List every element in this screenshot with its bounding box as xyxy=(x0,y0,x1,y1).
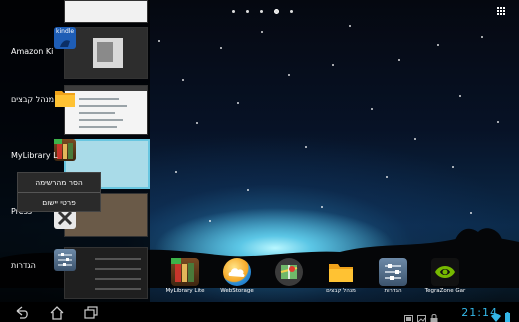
favorites-dock: MyLibrary Lite WebStorage מנהל קבצים הגד… xyxy=(164,258,509,298)
page-dot xyxy=(290,10,293,13)
dock-app-label: MyLibrary Lite xyxy=(165,288,205,294)
home-screen: MyLibrary Lite WebStorage מנהל קבצים הגד… xyxy=(0,0,519,322)
all-apps-grid-icon[interactable] xyxy=(497,7,506,16)
recent-app-file-manager[interactable]: מנהל קבצים xyxy=(0,85,150,137)
dock-app-mylibrary[interactable]: MyLibrary Lite xyxy=(160,258,210,294)
dock-app-maps[interactable] xyxy=(264,258,314,288)
page-indicator xyxy=(232,9,293,14)
dock-app-file-manager[interactable]: מנהל קבצים xyxy=(316,258,366,294)
recent-apps-panel: kindle Amazon Ki מנהל קבצים MyLibrary L … xyxy=(0,0,150,302)
settings-sliders-icon xyxy=(54,249,76,271)
recent-app-thumbnail[interactable] xyxy=(64,0,148,23)
home-icon[interactable] xyxy=(49,305,65,320)
dock-app-label: TegraZone Gar xyxy=(424,288,466,294)
dock-app-label: מנהל קבצים xyxy=(326,288,356,294)
mylibrary-books-icon xyxy=(171,258,199,286)
remove-from-list-menu-item[interactable]: הסר מהרשימה xyxy=(18,173,100,192)
home-screen-indicator xyxy=(274,9,279,14)
dock-app-tegrazone[interactable]: TegraZone Gar xyxy=(420,258,470,294)
back-icon[interactable] xyxy=(14,305,30,319)
battery-icon xyxy=(505,307,510,322)
settings-sliders-icon xyxy=(379,258,407,286)
screenshot-icon xyxy=(404,308,413,322)
nvidia-tegrazone-icon xyxy=(431,258,459,286)
folder-icon xyxy=(54,87,76,109)
dock-app-label: WebStorage xyxy=(220,288,254,294)
app-info-menu-item[interactable]: פרטי יישום xyxy=(18,193,100,212)
page-dot xyxy=(260,10,263,13)
recent-app-label: MyLibrary L xyxy=(11,151,58,160)
webstorage-cloud-icon xyxy=(223,258,251,286)
recent-app-thumbnail[interactable] xyxy=(64,247,148,299)
dock-app-settings[interactable]: הגדרות xyxy=(368,258,418,294)
folder-icon xyxy=(327,258,355,286)
recent-app-context-menu: הסר מהרשימה פרטי יישום xyxy=(17,172,101,212)
recent-app-settings[interactable]: הגדרות xyxy=(0,247,150,301)
dock-app-webstorage[interactable]: WebStorage xyxy=(212,258,262,294)
page-dot xyxy=(246,10,249,13)
image-notification-icon xyxy=(417,308,426,322)
recent-app-thumbnail[interactable] xyxy=(64,27,148,79)
recent-app-email[interactable] xyxy=(0,0,150,26)
kindle-icon: kindle xyxy=(54,27,76,49)
lock-icon xyxy=(430,308,438,322)
recent-app-label: Amazon Ki xyxy=(11,47,54,56)
recent-app-label: הגדרות xyxy=(11,261,36,270)
recent-apps-icon[interactable] xyxy=(83,305,99,319)
wifi-icon xyxy=(491,307,501,322)
dock-app-label: הגדרות xyxy=(384,288,402,294)
page-dot xyxy=(232,10,235,13)
system-bar: 21:14 xyxy=(0,302,519,322)
recent-app-label: מנהל קבצים xyxy=(11,95,55,104)
recent-app-kindle[interactable]: kindle Amazon Ki xyxy=(0,27,150,82)
maps-icon xyxy=(275,258,303,286)
recent-app-thumbnail[interactable] xyxy=(64,85,148,135)
